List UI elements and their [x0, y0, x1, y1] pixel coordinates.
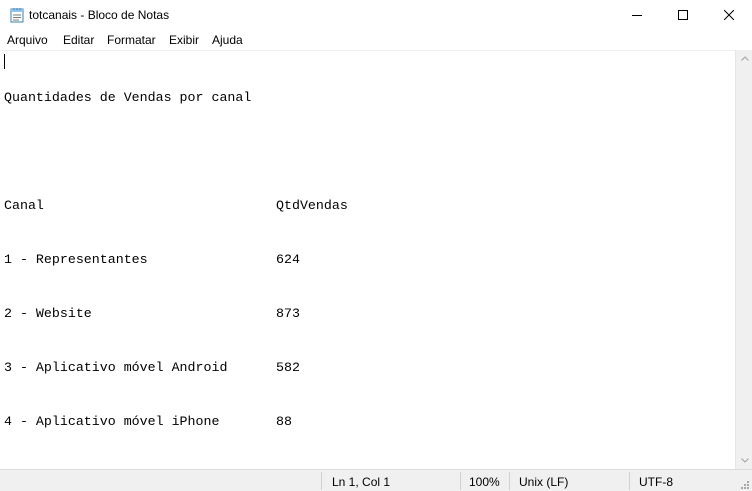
minimize-icon [632, 15, 642, 16]
close-icon [724, 10, 734, 20]
line-ending: Unix (LF) [519, 475, 569, 489]
document-text: Quantidades de Vendas por canal Canal Qtd… [4, 53, 348, 467]
close-button[interactable] [706, 0, 752, 30]
minimize-button[interactable] [614, 0, 660, 30]
menu-bar: Arquivo Editar Formatar Exibir Ajuda [0, 30, 752, 50]
table-row: 2 - Website 873 [4, 305, 348, 323]
text-editor[interactable]: Quantidades de Vendas por canal Canal Qtd… [0, 50, 735, 469]
menu-editar[interactable]: Editar [63, 33, 94, 47]
scroll-down-button[interactable] [736, 452, 752, 469]
title-bar[interactable]: totcanais - Bloco de Notas [0, 0, 752, 30]
header-qtdvendas: QtdVendas [276, 198, 348, 213]
chevron-down-icon [740, 458, 749, 463]
maximize-button[interactable] [660, 0, 706, 30]
notepad-icon [10, 8, 24, 23]
document-heading: Quantidades de Vendas por canal [4, 90, 252, 105]
table-header: Canal QtdVendas [4, 197, 348, 215]
header-canal: Canal [4, 198, 44, 213]
maximize-icon [678, 10, 688, 20]
row-canal: 2 - Website [4, 306, 92, 321]
row-qtd: 873 [276, 306, 300, 321]
scroll-up-button[interactable] [736, 50, 752, 67]
encoding: UTF-8 [639, 475, 673, 489]
row-canal: 1 - Representantes [4, 252, 148, 267]
status-divider [629, 472, 630, 490]
status-divider [460, 472, 461, 490]
menu-ajuda[interactable]: Ajuda [212, 33, 243, 47]
menu-exibir[interactable]: Exibir [169, 33, 199, 47]
row-canal: 4 - Aplicativo móvel iPhone [4, 414, 220, 429]
window-title: totcanais - Bloco de Notas [29, 8, 170, 22]
resize-grip-icon[interactable] [738, 478, 750, 490]
table-row: 1 - Representantes 624 [4, 251, 348, 269]
menu-arquivo[interactable]: Arquivo [7, 33, 48, 47]
chevron-up-icon [740, 56, 749, 61]
status-divider [321, 472, 322, 490]
table-row: 3 - Aplicativo móvel Android 582 [4, 359, 348, 377]
row-canal: 3 - Aplicativo móvel Android [4, 360, 228, 375]
row-qtd: 88 [276, 414, 292, 429]
row-qtd: 624 [276, 252, 300, 267]
status-divider [509, 472, 510, 490]
zoom-level: 100% [469, 475, 500, 489]
menu-formatar[interactable]: Formatar [107, 33, 156, 47]
status-bar: Ln 1, Col 1 100% Unix (LF) UTF-8 [0, 469, 752, 491]
table-row: 4 - Aplicativo móvel iPhone 88 [4, 413, 348, 431]
cursor-position: Ln 1, Col 1 [332, 475, 391, 489]
vertical-scrollbar[interactable] [735, 50, 752, 469]
row-qtd: 582 [276, 360, 300, 375]
